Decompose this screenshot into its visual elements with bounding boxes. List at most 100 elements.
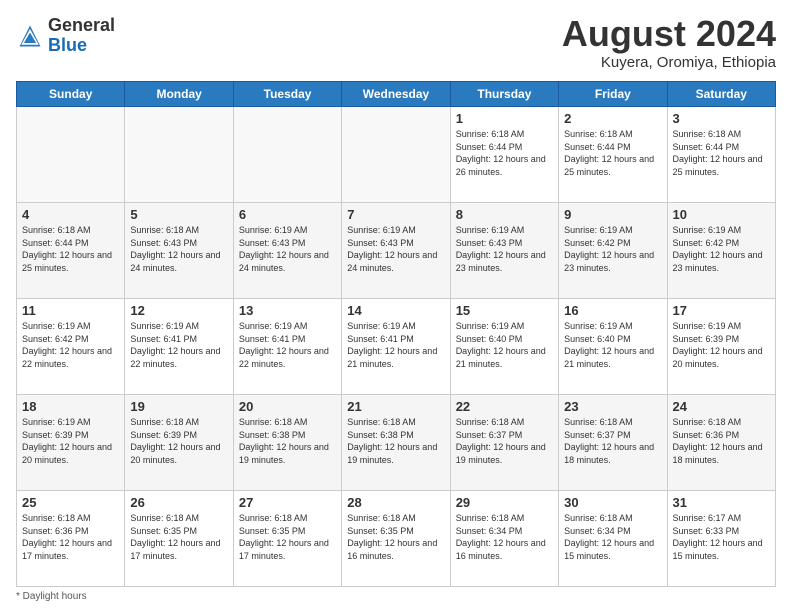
day-info: Sunrise: 6:19 AM Sunset: 6:41 PM Dayligh… (239, 320, 336, 370)
calendar-cell-8: 5 Sunrise: 6:18 AM Sunset: 6:43 PM Daylig… (125, 203, 233, 299)
day-info: Sunrise: 6:18 AM Sunset: 6:44 PM Dayligh… (22, 224, 119, 274)
day-info: Sunrise: 6:19 AM Sunset: 6:42 PM Dayligh… (673, 224, 770, 274)
day-number: 9 (564, 207, 661, 222)
calendar-cell-18: 15 Sunrise: 6:19 AM Sunset: 6:40 PM Dayli… (450, 299, 558, 395)
calendar-cell-14: 11Sunrise: 6:19 AM Sunset: 6:42 PM Dayli… (17, 299, 125, 395)
calendar-cell-29: 26 Sunrise: 6:18 AM Sunset: 6:35 PM Dayli… (125, 491, 233, 587)
day-number: 17 (673, 303, 770, 318)
day-number: 26 (130, 495, 227, 510)
day-number: 2 (564, 111, 661, 126)
header: General Blue August 2024 Kuyera, Oromiya… (16, 16, 776, 71)
day-number: 1 (456, 111, 553, 126)
calendar-cell-12: 9 Sunrise: 6:19 AM Sunset: 6:42 PM Daylig… (559, 203, 667, 299)
calendar-cell-11: 8Sunrise: 6:19 AM Sunset: 6:43 PM Daylig… (450, 203, 558, 299)
day-number: 25 (22, 495, 119, 510)
day-number: 3 (673, 111, 770, 126)
day-number: 28 (347, 495, 444, 510)
logo-blue: Blue (48, 35, 87, 55)
day-info: Sunrise: 6:18 AM Sunset: 6:35 PM Dayligh… (239, 512, 336, 562)
day-info: Sunrise: 6:18 AM Sunset: 6:34 PM Dayligh… (456, 512, 553, 562)
day-info: Sunrise: 6:19 AM Sunset: 6:39 PM Dayligh… (22, 416, 119, 466)
day-number: 29 (456, 495, 553, 510)
day-number: 21 (347, 399, 444, 414)
day-info: Sunrise: 6:19 AM Sunset: 6:42 PM Dayligh… (564, 224, 661, 274)
calendar-cell-6: 3 Sunrise: 6:18 AM Sunset: 6:44 PM Daylig… (667, 107, 775, 203)
calendar-header-thursday: Thursday (450, 82, 558, 107)
day-number: 31 (673, 495, 770, 510)
day-info: Sunrise: 6:18 AM Sunset: 6:34 PM Dayligh… (564, 512, 661, 562)
calendar-table: SundayMondayTuesdayWednesdayThursdayFrid… (16, 81, 776, 587)
day-info: Sunrise: 6:19 AM Sunset: 6:41 PM Dayligh… (130, 320, 227, 370)
day-number: 6 (239, 207, 336, 222)
calendar-cell-13: 10Sunrise: 6:19 AM Sunset: 6:42 PM Dayli… (667, 203, 775, 299)
day-number: 27 (239, 495, 336, 510)
day-info: Sunrise: 6:19 AM Sunset: 6:39 PM Dayligh… (673, 320, 770, 370)
calendar-week-1: 1 Sunrise: 6:18 AM Sunset: 6:44 PM Daylig… (17, 107, 776, 203)
day-info: Sunrise: 6:18 AM Sunset: 6:43 PM Dayligh… (130, 224, 227, 274)
logo-text: General Blue (48, 16, 115, 56)
page: General Blue August 2024 Kuyera, Oromiya… (0, 0, 792, 612)
calendar-cell-5: 2 Sunrise: 6:18 AM Sunset: 6:44 PM Daylig… (559, 107, 667, 203)
day-info: Sunrise: 6:19 AM Sunset: 6:40 PM Dayligh… (456, 320, 553, 370)
calendar-cell-10: 7 Sunrise: 6:19 AM Sunset: 6:43 PM Daylig… (342, 203, 450, 299)
calendar-cell-3 (342, 107, 450, 203)
day-info: Sunrise: 6:18 AM Sunset: 6:39 PM Dayligh… (130, 416, 227, 466)
day-info: Sunrise: 6:19 AM Sunset: 6:43 PM Dayligh… (347, 224, 444, 274)
logo-general: General (48, 15, 115, 35)
calendar-cell-7: 4 Sunrise: 6:18 AM Sunset: 6:44 PM Daylig… (17, 203, 125, 299)
day-number: 12 (130, 303, 227, 318)
calendar-cell-19: 16Sunrise: 6:19 AM Sunset: 6:40 PM Dayli… (559, 299, 667, 395)
day-info: Sunrise: 6:19 AM Sunset: 6:43 PM Dayligh… (456, 224, 553, 274)
day-info: Sunrise: 6:18 AM Sunset: 6:38 PM Dayligh… (347, 416, 444, 466)
day-info: Sunrise: 6:19 AM Sunset: 6:43 PM Dayligh… (239, 224, 336, 274)
day-number: 30 (564, 495, 661, 510)
day-number: 13 (239, 303, 336, 318)
day-info: Sunrise: 6:19 AM Sunset: 6:42 PM Dayligh… (22, 320, 119, 370)
day-number: 16 (564, 303, 661, 318)
calendar-header-friday: Friday (559, 82, 667, 107)
calendar-week-3: 11Sunrise: 6:19 AM Sunset: 6:42 PM Dayli… (17, 299, 776, 395)
day-number: 4 (22, 207, 119, 222)
calendar-cell-30: 27 Sunrise: 6:18 AM Sunset: 6:35 PM Dayli… (233, 491, 341, 587)
day-number: 5 (130, 207, 227, 222)
calendar-header-monday: Monday (125, 82, 233, 107)
calendar-cell-22: 19 Sunrise: 6:18 AM Sunset: 6:39 PM Dayli… (125, 395, 233, 491)
calendar-cell-4: 1 Sunrise: 6:18 AM Sunset: 6:44 PM Daylig… (450, 107, 558, 203)
calendar-cell-17: 14Sunrise: 6:19 AM Sunset: 6:41 PM Dayli… (342, 299, 450, 395)
day-number: 18 (22, 399, 119, 414)
day-number: 15 (456, 303, 553, 318)
day-info: Sunrise: 6:18 AM Sunset: 6:44 PM Dayligh… (673, 128, 770, 178)
day-info: Sunrise: 6:18 AM Sunset: 6:35 PM Dayligh… (347, 512, 444, 562)
calendar-week-5: 25 Sunrise: 6:18 AM Sunset: 6:36 PM Dayli… (17, 491, 776, 587)
calendar-header-tuesday: Tuesday (233, 82, 341, 107)
day-info: Sunrise: 6:18 AM Sunset: 6:36 PM Dayligh… (673, 416, 770, 466)
calendar-cell-16: 13 Sunrise: 6:19 AM Sunset: 6:41 PM Dayli… (233, 299, 341, 395)
day-number: 7 (347, 207, 444, 222)
day-info: Sunrise: 6:18 AM Sunset: 6:35 PM Dayligh… (130, 512, 227, 562)
calendar-header-wednesday: Wednesday (342, 82, 450, 107)
day-number: 22 (456, 399, 553, 414)
logo: General Blue (16, 16, 115, 56)
calendar-header-sunday: Sunday (17, 82, 125, 107)
day-info: Sunrise: 6:18 AM Sunset: 6:44 PM Dayligh… (564, 128, 661, 178)
calendar-cell-28: 25 Sunrise: 6:18 AM Sunset: 6:36 PM Dayli… (17, 491, 125, 587)
day-info: Sunrise: 6:17 AM Sunset: 6:33 PM Dayligh… (673, 512, 770, 562)
calendar-cell-1 (125, 107, 233, 203)
calendar-week-4: 18 Sunrise: 6:19 AM Sunset: 6:39 PM Dayli… (17, 395, 776, 491)
title-block: August 2024 Kuyera, Oromiya, Ethiopia (562, 16, 776, 71)
day-info: Sunrise: 6:18 AM Sunset: 6:44 PM Dayligh… (456, 128, 553, 178)
calendar-cell-31: 28 Sunrise: 6:18 AM Sunset: 6:35 PM Dayli… (342, 491, 450, 587)
calendar-cell-34: 31 Sunrise: 6:17 AM Sunset: 6:33 PM Dayli… (667, 491, 775, 587)
calendar-cell-24: 21 Sunrise: 6:18 AM Sunset: 6:38 PM Dayli… (342, 395, 450, 491)
day-info: Sunrise: 6:18 AM Sunset: 6:37 PM Dayligh… (456, 416, 553, 466)
day-number: 19 (130, 399, 227, 414)
logo-icon (16, 22, 44, 50)
footer-note-text: Daylight hours (23, 591, 87, 602)
calendar-cell-33: 30 Sunrise: 6:18 AM Sunset: 6:34 PM Dayli… (559, 491, 667, 587)
calendar-cell-15: 12 Sunrise: 6:19 AM Sunset: 6:41 PM Dayli… (125, 299, 233, 395)
day-info: Sunrise: 6:18 AM Sunset: 6:37 PM Dayligh… (564, 416, 661, 466)
calendar-header-row: SundayMondayTuesdayWednesdayThursdayFrid… (17, 82, 776, 107)
day-info: Sunrise: 6:18 AM Sunset: 6:36 PM Dayligh… (22, 512, 119, 562)
calendar-cell-21: 18 Sunrise: 6:19 AM Sunset: 6:39 PM Dayli… (17, 395, 125, 491)
day-number: 14 (347, 303, 444, 318)
